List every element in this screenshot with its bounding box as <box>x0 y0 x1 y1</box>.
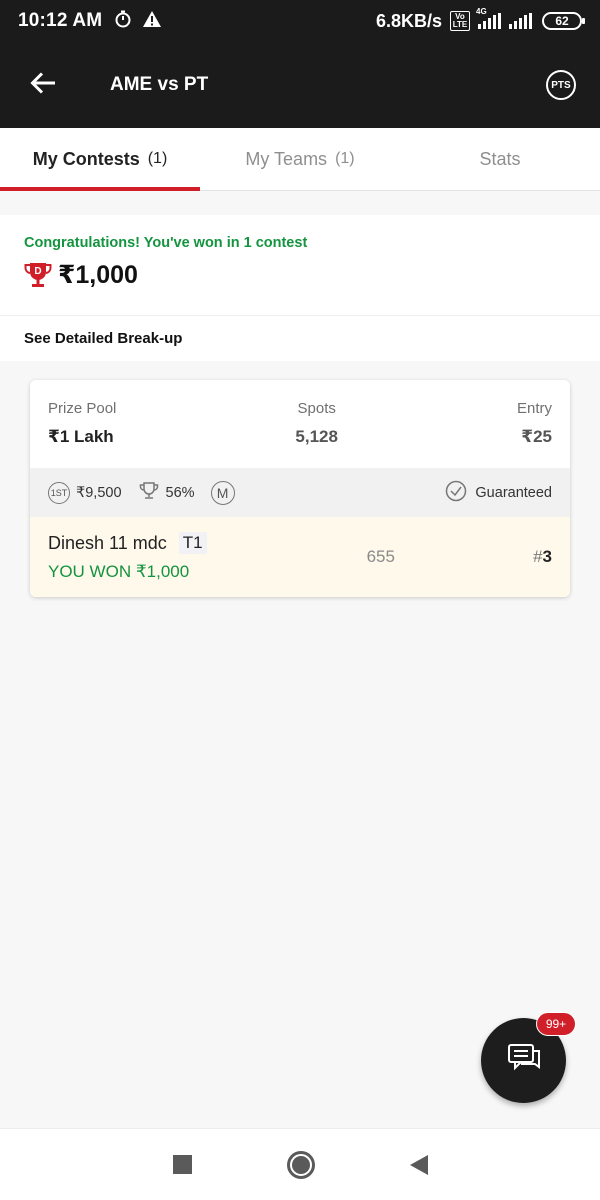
battery-icon: 62 <box>542 12 585 30</box>
back-button[interactable] <box>0 42 86 128</box>
tab-label: My Teams <box>245 148 328 169</box>
team-points: 655 <box>366 547 395 566</box>
win-amount: ₹1,000 <box>58 261 138 289</box>
win-amount-row: D ₹1,000 <box>24 260 576 290</box>
guaranteed: Guaranteed <box>445 480 552 506</box>
winnings-summary: Congratulations! You've won in 1 contest… <box>0 215 600 315</box>
tab-my-teams[interactable]: My Teams (1) <box>200 128 400 190</box>
first-prize-value: ₹9,500 <box>76 484 122 501</box>
rank-hash: # <box>533 547 543 566</box>
winners-percent: 56% <box>138 480 195 506</box>
tab-count: (1) <box>147 150 168 167</box>
chat-notification-badge: 99+ <box>536 1012 576 1036</box>
team-name: Dinesh 11 mdc <box>48 532 167 553</box>
net-speed: 6.8KB/s <box>375 10 442 31</box>
check-circle-icon <box>445 480 467 506</box>
status-bar: 10:12 AM 6.8KB/s Vo LTE 4G 62 <box>0 0 600 42</box>
detailed-breakup-link[interactable]: See Detailed Break-up <box>0 315 600 361</box>
prize-pool-value: ₹1 Lakh <box>48 427 114 446</box>
tab-bar: My Contests (1) My Teams (1) Stats <box>0 128 600 191</box>
trophy-outline-icon <box>138 480 160 506</box>
rank-value: 3 <box>542 547 552 566</box>
signal-icon-2 <box>509 13 532 29</box>
won-amount-text: YOU WON ₹1,000 <box>48 562 190 581</box>
tab-label: Stats <box>479 148 521 169</box>
svg-text:D: D <box>34 266 41 277</box>
prize-pool: Prize Pool ₹1 Lakh <box>48 400 116 468</box>
team-info: Dinesh 11 mdc T1 YOU WON ₹1,000 <box>48 532 207 582</box>
arrow-left-icon <box>30 71 56 99</box>
dream11-trophy-icon: D <box>24 260 52 290</box>
net-type: 4G <box>476 7 487 16</box>
tab-my-contests[interactable]: My Contests (1) <box>0 128 200 191</box>
contest-card-summary: Prize Pool ₹1 Lakh Spots 5,128 Entry ₹25 <box>30 380 570 468</box>
spots-value: 5,128 <box>295 427 338 446</box>
chat-icon <box>507 1043 541 1078</box>
winners-percent-value: 56% <box>165 484 195 501</box>
congrats-text: Congratulations! You've won in 1 contest <box>24 235 308 251</box>
team-tag: T1 <box>178 532 207 554</box>
tab-count: (1) <box>335 150 355 167</box>
guaranteed-label: Guaranteed <box>475 484 552 501</box>
spots: Spots 5,128 <box>295 400 338 468</box>
contest-info-bar: 1ST ₹9,500 56% M Guaranteed <box>30 468 570 517</box>
my-team-result-row[interactable]: Dinesh 11 mdc T1 YOU WON ₹1,000 655 #3 <box>30 517 570 597</box>
entry: Entry ₹25 <box>517 400 552 468</box>
prize-pool-label: Prize Pool <box>48 400 117 417</box>
status-left-icons <box>114 10 162 33</box>
warning-icon <box>142 10 162 33</box>
entry-label: Entry <box>516 400 552 417</box>
first-prize: 1ST ₹9,500 <box>48 481 122 504</box>
team-name-row: Dinesh 11 mdc T1 <box>48 532 207 554</box>
volte-icon: Vo LTE <box>450 11 470 31</box>
team-rank: #3 <box>533 547 552 567</box>
signal-icon: 4G <box>476 7 501 29</box>
points-system-button[interactable]: PTS <box>546 70 576 100</box>
system-nav-bar <box>0 1128 600 1200</box>
app-header: AME vs PT PTS <box>0 42 600 128</box>
tab-label: My Contests <box>32 148 140 169</box>
tab-stats[interactable]: Stats <box>400 128 600 190</box>
multi-entry-icon: M <box>210 480 235 505</box>
status-right: 6.8KB/s Vo LTE 4G 62 <box>375 7 585 32</box>
entry-value: ₹25 <box>521 427 552 446</box>
spots-label: Spots <box>297 400 336 417</box>
timer-icon <box>114 10 132 33</box>
recent-apps-button[interactable] <box>172 1155 192 1174</box>
status-time: 10:12 AM <box>18 10 103 31</box>
first-prize-icon: 1ST <box>48 481 70 504</box>
page-title: AME vs PT <box>110 74 209 95</box>
system-back-button[interactable] <box>409 1154 428 1175</box>
home-button[interactable] <box>286 1150 315 1179</box>
contest-card[interactable]: Prize Pool ₹1 Lakh Spots 5,128 Entry ₹25… <box>30 380 570 597</box>
